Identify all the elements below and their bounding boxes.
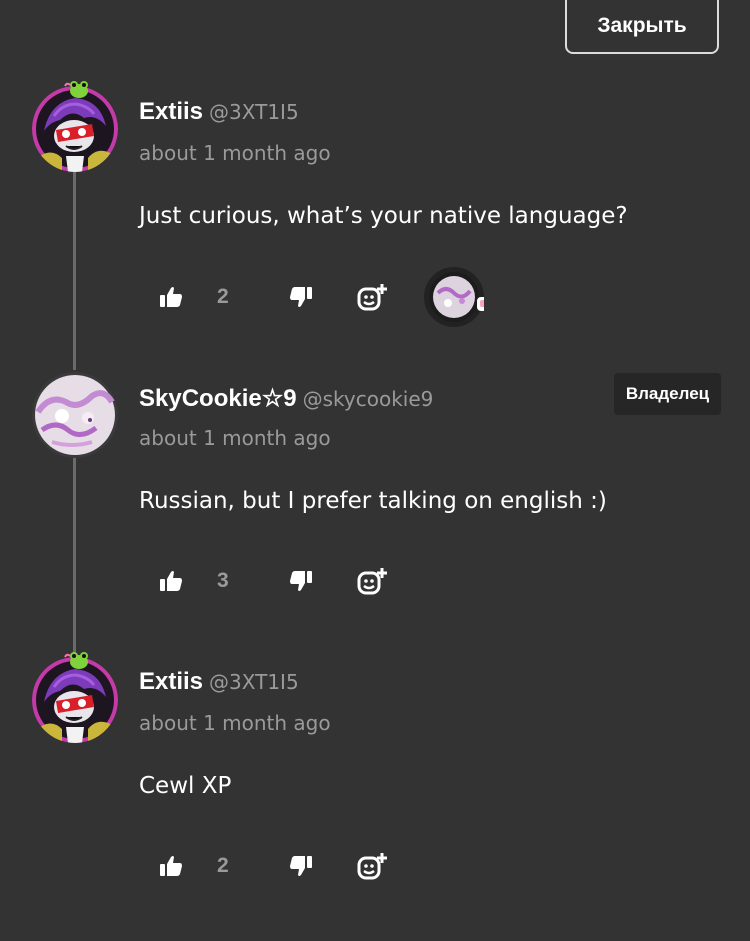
frog-badge-icon [64, 652, 88, 669]
display-name[interactable]: Extiis [139, 98, 203, 126]
comment-timestamp: about 1 month ago [139, 711, 331, 735]
add-reaction-button[interactable] [356, 846, 388, 886]
comment-text: Cewl XP [139, 773, 232, 799]
like-button[interactable] [158, 561, 184, 601]
owner-badge: Владелец [614, 373, 721, 415]
add-reaction-button[interactable] [356, 277, 388, 317]
dislike-button[interactable] [288, 561, 314, 601]
thumbs-down-icon [290, 856, 312, 876]
display-name[interactable]: Extiis [139, 668, 203, 696]
add-emoji-icon [357, 284, 387, 311]
comment-timestamp: about 1 month ago [139, 426, 331, 450]
comment-actions: 2 [158, 846, 458, 886]
comment-text: Russian, but I prefer talking on english… [139, 488, 607, 514]
like-button[interactable] [158, 846, 184, 886]
add-emoji-icon [357, 568, 387, 595]
comment-timestamp: about 1 month ago [139, 141, 331, 165]
avatar[interactable] [32, 372, 118, 458]
comment-author[interactable]: Extiis @3XT1I5 [139, 98, 299, 126]
reactor-avatar-image [429, 272, 491, 322]
comment-actions: 2 [158, 267, 558, 327]
avatar-image [32, 372, 118, 458]
comment-text: Just curious, what’s your native languag… [139, 203, 628, 229]
user-handle[interactable]: @3XT1I5 [209, 670, 299, 694]
like-button[interactable] [158, 277, 184, 317]
add-reaction-button[interactable] [356, 561, 388, 601]
comment-author[interactable]: SkyCookie☆9 @skycookie9 [139, 384, 433, 413]
thumbs-down-icon [290, 571, 312, 591]
thumbs-up-icon [160, 287, 182, 307]
close-button[interactable]: Закрыть [565, 0, 719, 54]
comment-actions: 3 [158, 561, 458, 601]
add-emoji-icon [357, 853, 387, 880]
thumbs-down-icon [290, 287, 312, 307]
thread-line [73, 172, 76, 370]
reaction-avatar[interactable] [424, 267, 491, 327]
thumbs-up-icon [160, 856, 182, 876]
thumbs-up-icon [160, 571, 182, 591]
comment-author[interactable]: Extiis @3XT1I5 [139, 668, 299, 696]
user-handle[interactable]: @skycookie9 [303, 387, 434, 411]
like-count: 2 [217, 854, 229, 877]
user-handle[interactable]: @3XT1I5 [209, 100, 299, 124]
like-count: 3 [217, 569, 229, 592]
display-name[interactable]: SkyCookie☆9 [139, 384, 297, 413]
thread-line [73, 458, 76, 656]
frog-badge-icon [64, 81, 88, 98]
dislike-button[interactable] [288, 846, 314, 886]
comments-panel: Закрыть Extiis @3XT1I5 about 1 month ago… [0, 0, 750, 941]
like-count: 2 [217, 285, 229, 308]
dislike-button[interactable] [288, 277, 314, 317]
